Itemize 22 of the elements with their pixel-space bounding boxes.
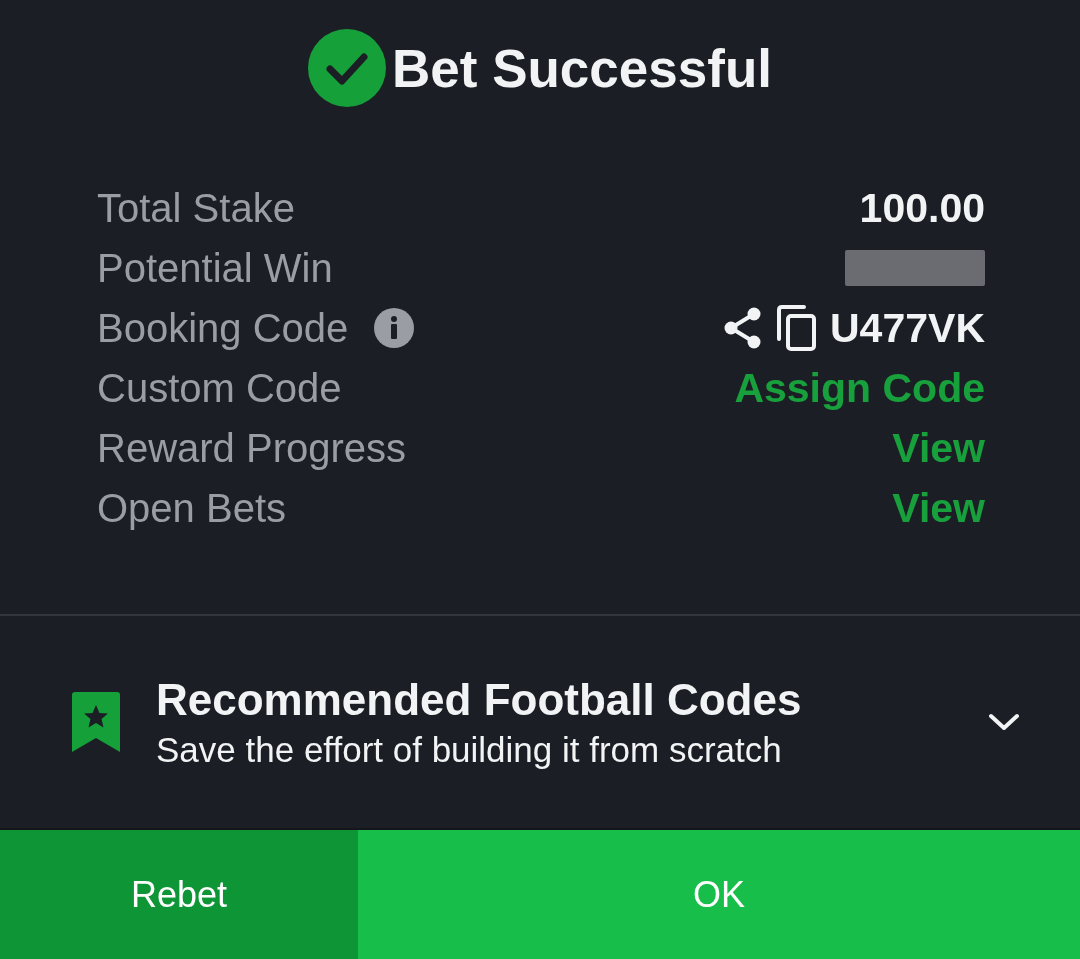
summary-label: Potential Win xyxy=(97,248,333,288)
summary-label: Booking Code xyxy=(97,308,349,348)
section-subtitle: Save the effort of building it from scratch xyxy=(156,731,783,767)
section-title: Recommended Football Codes xyxy=(156,677,803,722)
check-circle-icon xyxy=(308,29,386,107)
link[interactable]: Assign Code xyxy=(734,367,985,409)
ok-button[interactable]: OK xyxy=(358,830,1080,959)
summary-label: Custom Code xyxy=(97,368,342,408)
link[interactable]: View xyxy=(892,487,985,529)
share-icon[interactable] xyxy=(724,307,762,349)
dialog-title: Bet Successful xyxy=(392,41,772,95)
summary-label: Reward Progress xyxy=(97,428,406,468)
copy-icon[interactable] xyxy=(776,305,816,351)
booking-code: U477VK xyxy=(830,307,985,349)
info-icon[interactable] xyxy=(374,308,415,348)
rebet-button[interactable]: Rebet xyxy=(0,830,358,959)
bookmark-star-icon xyxy=(72,692,120,752)
link[interactable]: View xyxy=(892,427,985,469)
summary-value: 100.00 xyxy=(859,187,985,229)
summary-label: Open Bets xyxy=(97,488,286,528)
chevron-icon[interactable] xyxy=(988,713,1020,731)
summary-label: Total Stake xyxy=(97,188,295,228)
